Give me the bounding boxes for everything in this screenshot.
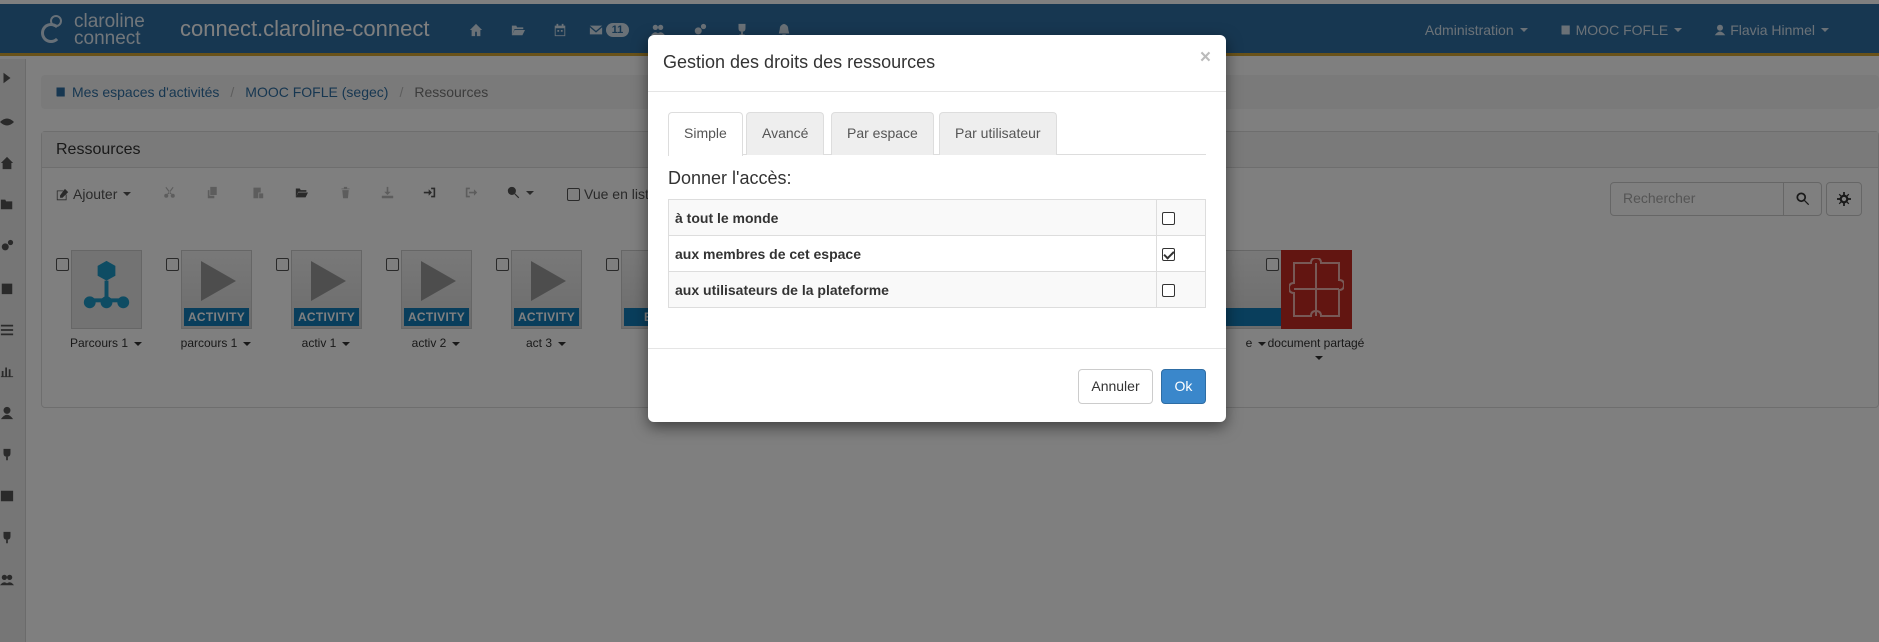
resource-rights-modal: Gestion des droits des ressources × Simp… [648,35,1226,422]
modal-header: Gestion des droits des ressources × [648,35,1226,92]
access-row-platform-users: aux utilisateurs de la plateforme [668,271,1206,308]
ok-button[interactable]: Ok [1161,369,1206,404]
cancel-button[interactable]: Annuler [1078,369,1153,404]
access-table: à tout le monde aux membres de cet espac… [668,199,1206,308]
rights-tabs: Simple Avancé Par espace Par utilisateur [668,112,1206,156]
access-platform-users-checkbox[interactable] [1162,284,1175,298]
access-checkbox-cell [1156,199,1206,236]
access-everyone-checkbox[interactable] [1162,212,1175,226]
access-row-label: aux membres de cet espace [668,235,1157,272]
access-row-members: aux membres de cet espace [668,235,1206,272]
tab-advanced[interactable]: Avancé [746,112,825,155]
access-checkbox-cell [1156,271,1206,308]
access-row-label: à tout le monde [668,199,1157,236]
access-checkbox-cell [1156,235,1206,272]
access-row-label: aux utilisateurs de la plateforme [668,271,1157,308]
access-members-checkbox[interactable] [1162,248,1175,262]
access-heading: Donner l'accès: [668,168,792,188]
close-icon[interactable]: × [1200,47,1211,69]
access-row-everyone: à tout le monde [668,199,1206,236]
app-root: claroline connect connect.claroline-conn… [0,0,1879,642]
tab-by-user[interactable]: Par utilisateur [939,112,1057,155]
modal-footer: Annuler Ok [648,348,1226,422]
tab-by-workspace[interactable]: Par espace [831,112,934,155]
modal-title: Gestion des droits des ressources [663,52,936,72]
tab-simple[interactable]: Simple [668,112,743,156]
